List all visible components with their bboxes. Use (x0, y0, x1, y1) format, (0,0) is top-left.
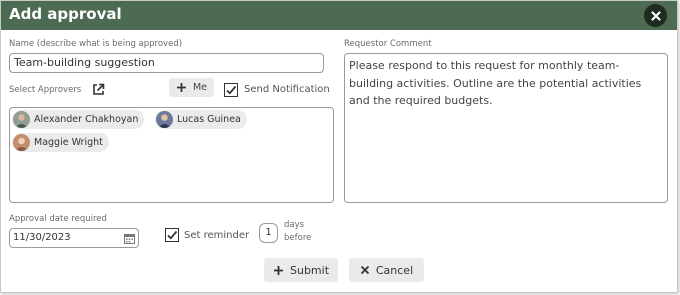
cancel-button[interactable]: Cancel (349, 258, 424, 282)
requestor-comment-label: Requestor Comment (344, 39, 432, 49)
approval-date-label: Approval date required (9, 214, 107, 224)
set-reminder-checkbox[interactable] (165, 228, 179, 242)
approver-name: Lucas Guinea (177, 114, 241, 125)
submit-button[interactable]: Submit (264, 258, 338, 282)
plus-icon (176, 83, 186, 92)
avatar (13, 134, 30, 151)
requestor-comment-textarea[interactable]: Please respond to this request for month… (344, 53, 668, 203)
checkmark-icon (167, 230, 178, 240)
send-notification-label[interactable]: Send Notification (244, 84, 330, 95)
close-button[interactable] (644, 4, 667, 27)
approver-chip[interactable]: Lucas Guinea (155, 110, 247, 129)
approver-name: Maggie Wright (34, 137, 103, 148)
send-notification-checkbox[interactable] (224, 83, 238, 97)
cancel-button-label: Cancel (375, 263, 414, 277)
reminder-days-input[interactable]: 1 (259, 223, 278, 243)
dialog-titlebar: Add approval (1, 1, 677, 30)
close-icon (360, 265, 369, 275)
select-approvers-label: Select Approvers (9, 85, 82, 95)
calendar-icon[interactable] (124, 233, 135, 244)
checkmark-icon (226, 85, 237, 95)
plus-icon (273, 265, 283, 275)
submit-button-label: Submit (289, 263, 330, 277)
dialog-title: Add approval (9, 5, 122, 23)
add-me-button[interactable]: Me (169, 78, 214, 97)
approver-name: Alexander Chakhoyan (34, 114, 139, 125)
avatar (156, 111, 173, 128)
external-link-icon (93, 83, 105, 95)
name-label: Name (describe what is being approved) (9, 39, 183, 49)
approver-chip[interactable]: Maggie Wright (12, 133, 109, 152)
days-label: days (284, 220, 305, 230)
close-icon (650, 10, 661, 21)
avatar (13, 111, 30, 128)
set-reminder-label[interactable]: Set reminder (184, 230, 249, 241)
me-button-label: Me (192, 82, 208, 93)
add-approval-dialog: Add approval Name (describe what is bein… (0, 0, 678, 293)
open-approvers-button[interactable] (92, 81, 105, 100)
approval-date-input[interactable]: 11/30/2023 (9, 228, 139, 248)
name-input[interactable]: Team-building suggestion (9, 53, 324, 73)
approvers-list[interactable]: Alexander Chakhoyan Lucas Guinea Maggie … (9, 107, 334, 203)
before-label: before (284, 233, 312, 243)
approver-chip[interactable]: Alexander Chakhoyan (12, 110, 145, 129)
approval-date-value: 11/30/2023 (13, 232, 71, 243)
